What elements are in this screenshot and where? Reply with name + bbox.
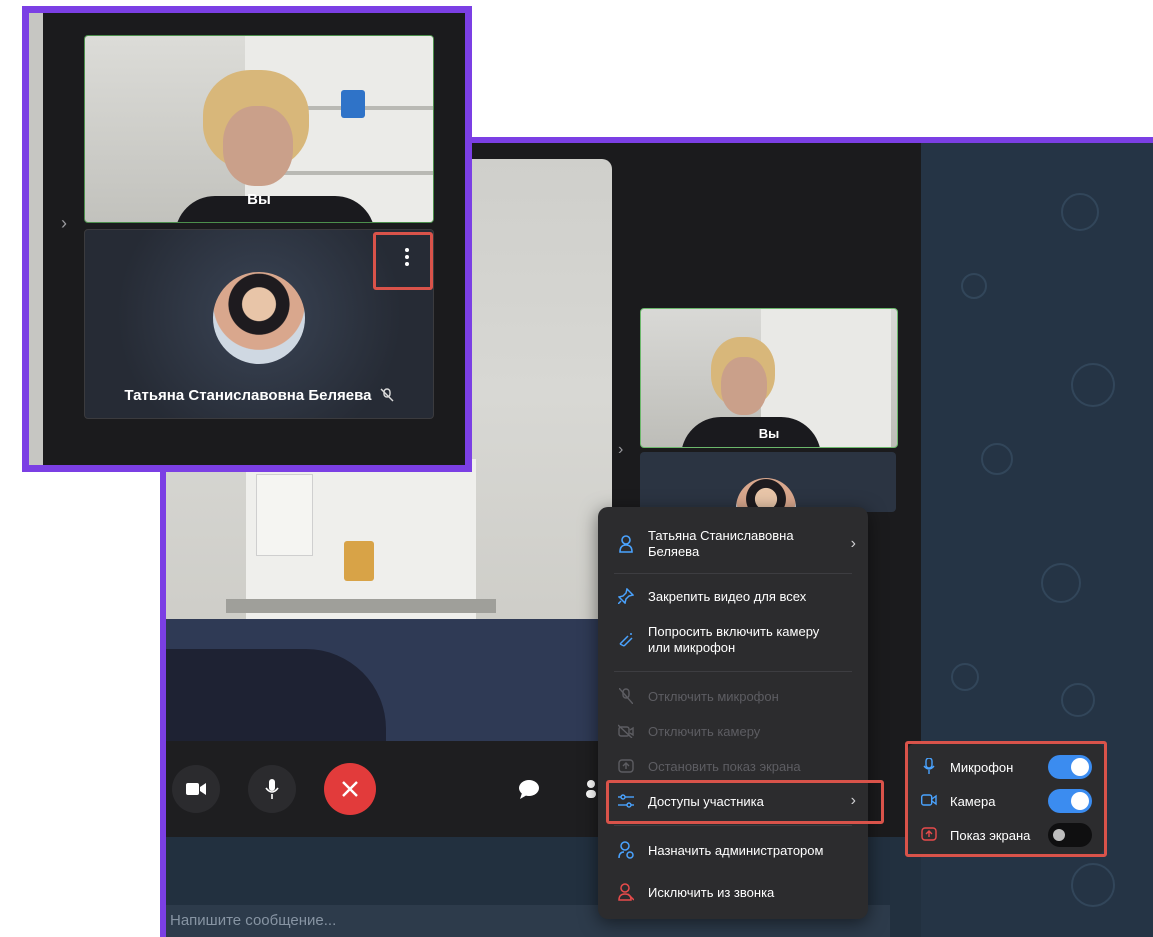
mic-off-icon <box>380 388 394 402</box>
participant-video-tile[interactable] <box>640 452 896 512</box>
camera-off-icon <box>616 721 636 741</box>
participant-context-menu: Татьяна Станиславовна Беляева › Закрепит… <box>598 507 868 919</box>
highlight-permissions-submenu <box>905 741 1107 857</box>
self-video-name: Вы <box>247 191 271 208</box>
menu-divider <box>614 671 852 672</box>
menu-item-label: Отключить камеру <box>648 723 761 739</box>
menu-item-stop-screen-share: Остановить показ экрана <box>598 755 868 777</box>
pin-icon <box>616 586 636 606</box>
inset-edge-video <box>29 13 43 465</box>
screen-share-stop-icon <box>616 756 636 776</box>
menu-divider <box>614 573 852 574</box>
message-input-placeholder: Напишите сообщение... <box>170 912 337 929</box>
self-video-tile[interactable]: Вы <box>640 308 898 448</box>
menu-item-profile[interactable]: Татьяна Станиславовна Беляева › <box>598 525 868 563</box>
self-video-name: Вы <box>758 426 780 441</box>
camera-button[interactable] <box>172 765 220 813</box>
chat-toggle-button[interactable] <box>518 779 540 804</box>
zoom-inset: › Вы Татьяна Станиславовна Беляева <box>29 13 465 465</box>
menu-item-mute-mic: Отключить микрофон <box>598 685 868 707</box>
menu-item-pin-video[interactable]: Закрепить видео для всех <box>598 585 868 607</box>
blue-jar <box>341 90 365 118</box>
end-call-button[interactable] <box>324 763 376 815</box>
avatar <box>213 272 305 364</box>
participant-video-name: Татьяна Станиславовна Беляева <box>85 387 433 404</box>
menu-item-request-media[interactable]: Попросить включить камеру или микрофон <box>598 620 868 660</box>
user-icon <box>616 534 636 554</box>
camera-icon <box>186 783 206 795</box>
menu-item-label: Попросить включить камеру или микрофон <box>648 624 820 655</box>
remove-user-icon <box>616 882 636 902</box>
user-icon <box>586 780 596 798</box>
collapse-panel-chevron-icon[interactable]: › <box>61 213 67 234</box>
participants-button[interactable] <box>586 779 596 804</box>
collapse-panel-chevron-icon[interactable]: › <box>618 441 623 459</box>
highlight-more-options <box>373 232 433 290</box>
menu-item-label: Отключить микрофон <box>648 688 779 704</box>
chevron-right-icon: › <box>850 535 856 552</box>
microphone-icon <box>265 779 279 799</box>
menu-item-label: Закрепить видео для всех <box>648 588 807 604</box>
request-icon <box>616 630 636 650</box>
menu-item-label: Назначить администратором <box>648 842 824 858</box>
highlight-permissions-item <box>606 780 884 824</box>
admin-icon <box>616 840 636 860</box>
microphone-button[interactable] <box>248 765 296 813</box>
call-controls <box>166 741 612 837</box>
menu-item-label: Остановить показ экрана <box>648 758 801 774</box>
menu-item-label: Исключить из звонка <box>648 884 775 900</box>
mic-off-icon <box>616 686 636 706</box>
self-video-tile[interactable]: Вы <box>84 35 434 223</box>
menu-item-profile-label: Татьяна Станиславовна Беляева <box>648 528 794 559</box>
chat-bubble-icon <box>519 780 539 799</box>
close-icon <box>342 781 358 797</box>
menu-item-make-admin[interactable]: Назначить администратором <box>598 837 868 863</box>
participant-name: Татьяна Станиславовна Беляева <box>124 387 372 404</box>
menu-item-disable-camera: Отключить камеру <box>598 720 868 742</box>
menu-item-remove-from-call[interactable]: Исключить из звонка <box>598 879 868 905</box>
menu-divider <box>614 825 852 826</box>
